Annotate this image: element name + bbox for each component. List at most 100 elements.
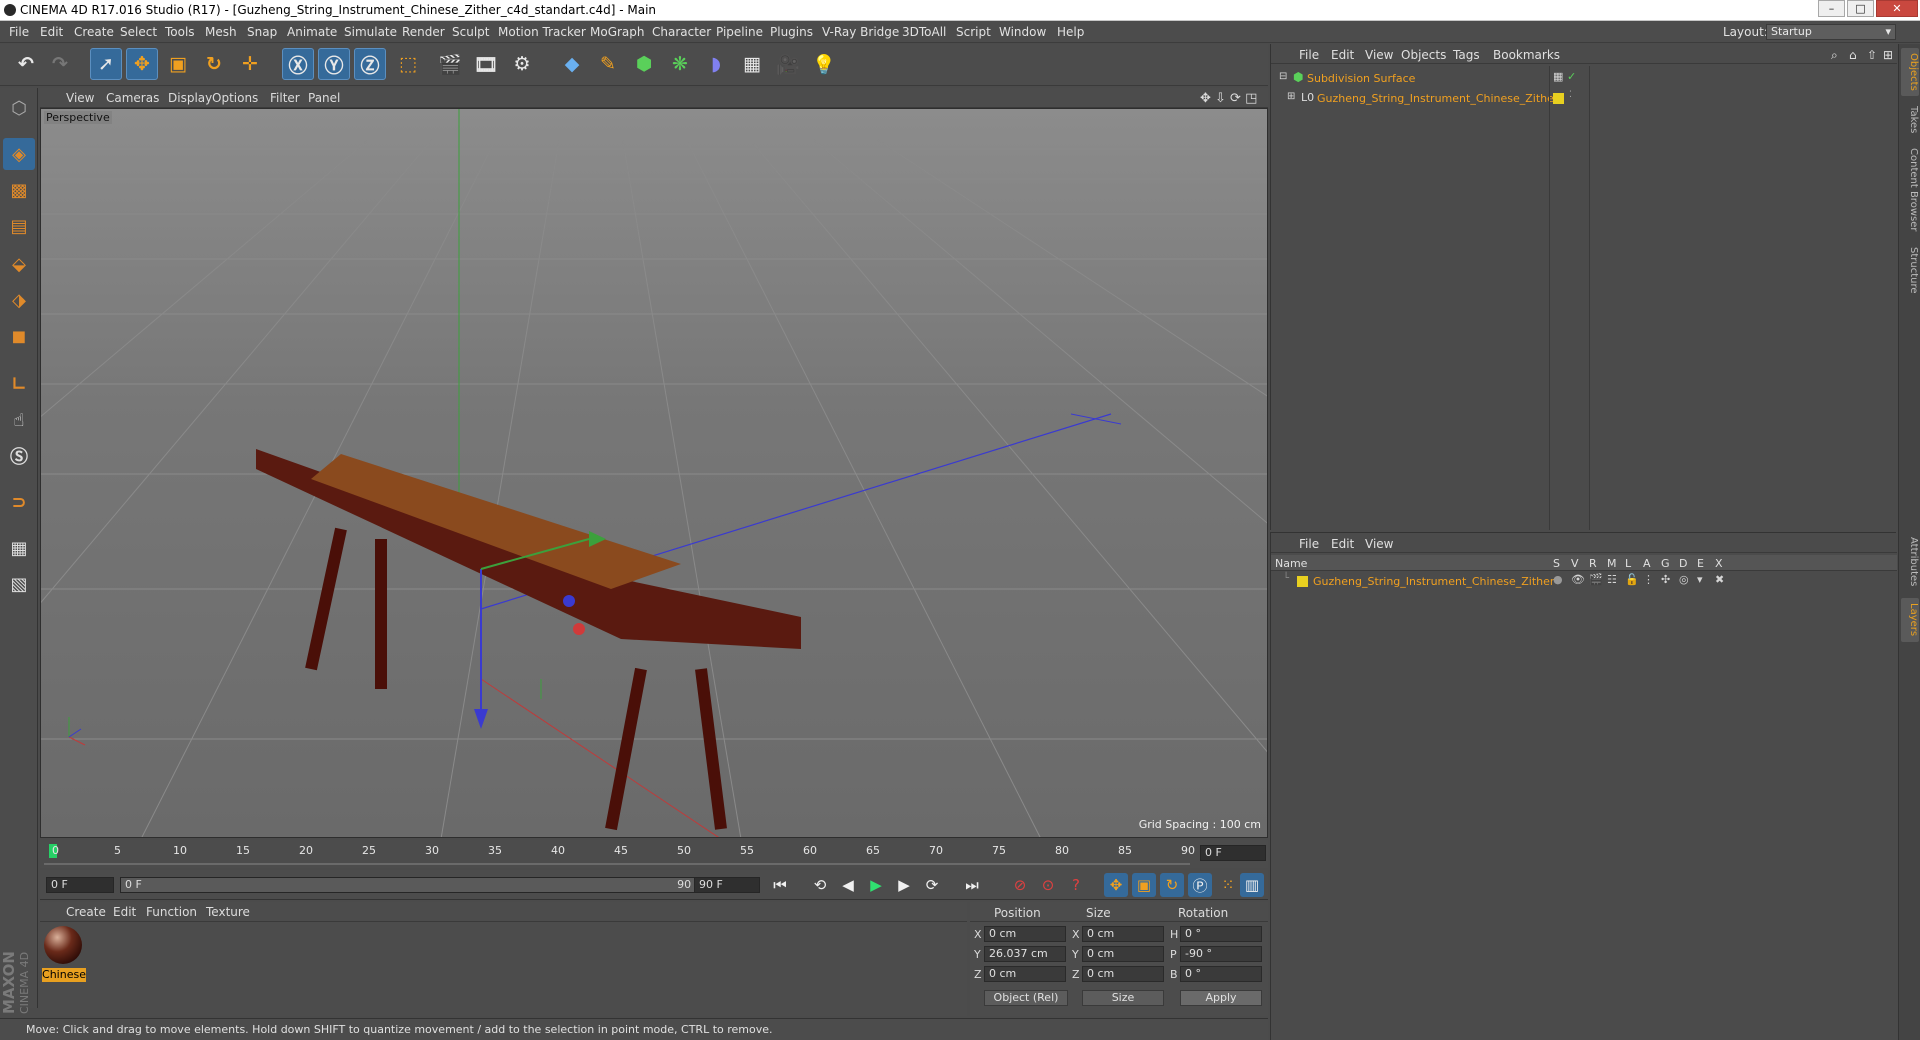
- start-frame-field[interactable]: 0 F: [46, 877, 114, 893]
- layer-color-swatch[interactable]: [1297, 576, 1308, 587]
- tab-objects[interactable]: Objects: [1901, 48, 1919, 96]
- model-mode-icon[interactable]: ◈: [3, 138, 35, 170]
- play-icon[interactable]: ▶: [864, 873, 888, 897]
- render-view-icon[interactable]: 🎬: [434, 48, 466, 80]
- locked-workplane-icon[interactable]: ▦: [3, 532, 35, 564]
- texture-mode-icon[interactable]: ▩: [3, 174, 35, 206]
- camera-icon[interactable]: 🎥: [772, 48, 804, 80]
- menu-window[interactable]: Window: [999, 25, 1046, 39]
- expand-icon[interactable]: ⊞: [1287, 91, 1295, 102]
- menu-create[interactable]: Create: [74, 25, 114, 39]
- menu-pipeline[interactable]: Pipeline: [716, 25, 763, 39]
- manager-toggle-icon[interactable]: ☷: [1607, 573, 1617, 586]
- menu-snap[interactable]: Snap: [247, 25, 277, 39]
- viewport-menu-panel[interactable]: Panel: [308, 91, 340, 105]
- autokey-icon[interactable]: ⊙: [1036, 873, 1060, 897]
- tab-layers[interactable]: Layers: [1901, 598, 1919, 642]
- floor-object-icon[interactable]: ▦: [736, 48, 768, 80]
- object-name[interactable]: Subdivision Surface: [1307, 72, 1415, 85]
- redo-icon[interactable]: ↷: [44, 48, 76, 80]
- layer-menu-edit[interactable]: Edit: [1331, 537, 1354, 551]
- viewport-menu-options[interactable]: Options: [212, 91, 258, 105]
- polygons-mode-icon[interactable]: ◼: [3, 320, 35, 352]
- menu-3dtoall[interactable]: 3DToAll: [902, 25, 946, 39]
- render-picture-viewer-icon[interactable]: 🎞: [470, 48, 502, 80]
- go-to-end-icon[interactable]: ⏭: [960, 873, 984, 897]
- viewport-menu-view[interactable]: View: [66, 91, 94, 105]
- expressions-toggle-icon[interactable]: ▾: [1697, 573, 1703, 586]
- menu-sculpt[interactable]: Sculpt: [452, 25, 489, 39]
- undo-icon[interactable]: ↶: [10, 48, 42, 80]
- home-icon[interactable]: ⌂: [1849, 48, 1857, 62]
- key-scale-icon[interactable]: ▣: [1132, 873, 1156, 897]
- tab-attributes[interactable]: Attributes: [1901, 530, 1919, 594]
- previous-frame-icon[interactable]: ◀: [836, 873, 860, 897]
- rotate-tool-icon[interactable]: ↻: [198, 48, 230, 80]
- tweak-mode-icon[interactable]: ☝: [3, 404, 35, 436]
- layout-select[interactable]: Startup ▾: [1766, 24, 1896, 40]
- layer-color-tag[interactable]: [1553, 93, 1564, 104]
- viewport-navigation-icons[interactable]: ✥ ⇩ ⟳ ◳: [1200, 91, 1257, 106]
- next-key-icon[interactable]: ⟳: [920, 873, 944, 897]
- view-toggle-icon[interactable]: 👁: [1571, 573, 1585, 586]
- coordinate-mode-select[interactable]: Object (Rel): [984, 990, 1068, 1006]
- menu-animate[interactable]: Animate: [287, 25, 337, 39]
- edges-mode-icon[interactable]: ⬗: [3, 284, 35, 316]
- keyframe-selection-icon[interactable]: ?: [1064, 873, 1088, 897]
- menu-render[interactable]: Render: [402, 25, 445, 39]
- layer-menu-view[interactable]: View: [1365, 537, 1393, 551]
- minimize-button[interactable]: –: [1818, 0, 1845, 17]
- end-frame-field[interactable]: 90 F: [694, 877, 760, 893]
- current-frame-field[interactable]: 0 F: [1200, 845, 1266, 861]
- planar-workplane-icon[interactable]: ▧: [3, 568, 35, 600]
- apply-button[interactable]: Apply: [1180, 990, 1262, 1006]
- solo-toggle-icon[interactable]: ●: [1553, 573, 1563, 586]
- viewport-menu-display[interactable]: Display: [168, 91, 212, 105]
- nav-up-icon[interactable]: ⇧: [1867, 48, 1877, 62]
- material-menu-edit[interactable]: Edit: [113, 905, 136, 919]
- menu-file[interactable]: File: [9, 25, 29, 39]
- xref-toggle-icon[interactable]: ✖: [1715, 573, 1724, 586]
- perspective-viewport[interactable]: Perspective Grid Spacing : 100 cm: [40, 108, 1268, 838]
- material-menu-create[interactable]: Create: [66, 905, 106, 919]
- go-to-start-icon[interactable]: ⏮: [768, 873, 792, 897]
- points-mode-icon[interactable]: ⬙: [3, 248, 35, 280]
- render-toggle-icon[interactable]: 🎬: [1589, 573, 1603, 586]
- object-row[interactable]: ⊟ ⬢ Subdivision Surface ▦ ✓: [1271, 70, 1897, 88]
- rotation-h-field[interactable]: 0 °: [1180, 926, 1262, 942]
- close-button[interactable]: ✕: [1876, 0, 1918, 17]
- menu-vray-bridge[interactable]: V-Ray Bridge: [822, 25, 899, 39]
- previous-key-icon[interactable]: ⟲: [808, 873, 832, 897]
- transform-tool-icon[interactable]: ✛: [234, 48, 266, 80]
- timeline-window-icon[interactable]: ▥: [1240, 873, 1264, 897]
- timeline-ruler[interactable]: 0 5 10 15 20 25 30 35 40 45 50 55 60 65 …: [40, 840, 1268, 868]
- layer-menu-file[interactable]: File: [1299, 537, 1319, 551]
- record-keys-icon[interactable]: ⊘: [1008, 873, 1032, 897]
- make-editable-icon[interactable]: ⬡: [3, 92, 35, 124]
- new-view-icon[interactable]: ⊞: [1883, 48, 1893, 62]
- animation-toggle-icon[interactable]: ⋮: [1643, 573, 1654, 586]
- move-tool-icon[interactable]: ✥: [126, 48, 158, 80]
- y-axis-lock-icon[interactable]: Ⓨ: [318, 48, 350, 80]
- scale-tool-icon[interactable]: ▣: [162, 48, 194, 80]
- menu-mograph[interactable]: MoGraph: [590, 25, 645, 39]
- object-row[interactable]: ⊞ L0 Guzheng_String_Instrument_Chinese_Z…: [1271, 90, 1897, 108]
- key-parameter-icon[interactable]: Ⓟ: [1188, 873, 1212, 897]
- generators-toggle-icon[interactable]: ✣: [1661, 573, 1670, 586]
- visibility-toggle-icon[interactable]: ▦: [1553, 70, 1563, 83]
- menu-script[interactable]: Script: [956, 25, 991, 39]
- next-frame-icon[interactable]: ▶: [892, 873, 916, 897]
- object-menu-file[interactable]: File: [1299, 48, 1319, 62]
- coordinate-system-icon[interactable]: ⬚: [392, 48, 424, 80]
- menu-edit[interactable]: Edit: [40, 25, 63, 39]
- cube-object-icon[interactable]: ◆: [556, 48, 588, 80]
- key-position-icon[interactable]: ✥: [1104, 873, 1128, 897]
- pen-spline-icon[interactable]: ✎: [592, 48, 624, 80]
- material-menu-function[interactable]: Function: [146, 905, 197, 919]
- tab-takes[interactable]: Takes: [1901, 100, 1919, 140]
- key-point-level-icon[interactable]: ⁙: [1216, 873, 1240, 897]
- maximize-button[interactable]: □: [1847, 0, 1874, 17]
- object-menu-edit[interactable]: Edit: [1331, 48, 1354, 62]
- render-settings-icon[interactable]: ⚙: [506, 48, 538, 80]
- visibility-dots-icon[interactable]: ⁚: [1569, 90, 1572, 100]
